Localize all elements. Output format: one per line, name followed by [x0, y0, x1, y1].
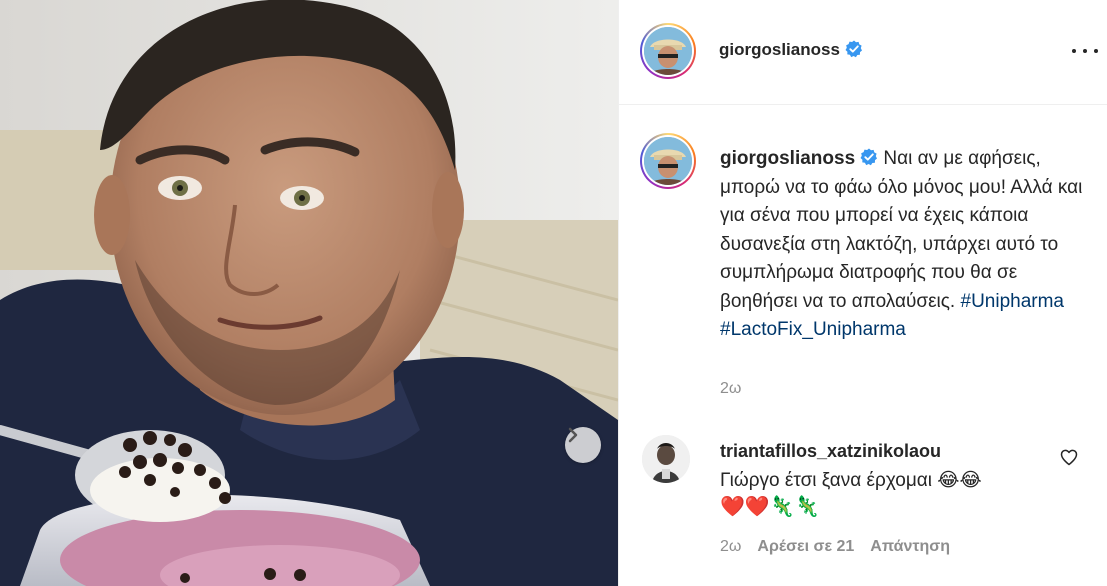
comment-text: Γιώργο έτσι ξανα έρχομαι 😂😂	[720, 470, 982, 491]
like-comment-button[interactable]	[1059, 447, 1079, 467]
chevron-right-icon	[568, 427, 578, 443]
comment-likes-count[interactable]: Αρέσει σε 21	[757, 538, 854, 555]
caption-body: Ναι αν με αφήσεις, μπορώ να το φάω όλο μ…	[720, 148, 1083, 312]
reply-button[interactable]: Απάντηση	[870, 538, 950, 555]
author-avatar[interactable]	[640, 23, 696, 79]
more-options-button[interactable]	[1072, 40, 1098, 62]
caption-timestamp[interactable]: 2ω	[720, 380, 741, 398]
comment-meta: 2ω Αρέσει σε 21 Απάντηση	[720, 538, 966, 556]
author-username-text[interactable]: giorgoslianoss	[719, 40, 840, 59]
heart-outline-icon	[1060, 449, 1078, 466]
post-photo-illustration	[0, 0, 618, 586]
post-side-panel: giorgoslianoss giorgoslianoss Ναι αν με …	[618, 0, 1107, 586]
verified-badge-icon	[860, 148, 878, 166]
caption-author-avatar[interactable]	[640, 133, 696, 189]
more-horizontal-icon	[1072, 49, 1076, 53]
comment-item: triantafillos_xatzinikolaou Γιώργο έτσι …	[619, 430, 1107, 580]
caption-username[interactable]: giorgoslianoss	[720, 148, 855, 169]
post-image[interactable]	[0, 0, 618, 586]
hashtag-link[interactable]: #LactoFix_Unipharma	[720, 319, 906, 340]
comment-timestamp[interactable]: 2ω	[720, 538, 741, 555]
more-dot	[1094, 49, 1098, 53]
post-header: giorgoslianoss	[619, 0, 1107, 105]
caption-text: giorgoslianoss Ναι αν με αφήσεις, μπορώ …	[720, 145, 1090, 345]
avatar-image	[642, 435, 690, 483]
commenter-username[interactable]: triantafillos_xatzinikolaou	[720, 441, 941, 462]
post-author-username[interactable]: giorgoslianoss	[719, 40, 863, 60]
next-image-button[interactable]	[565, 427, 601, 463]
avatar-image	[644, 137, 692, 185]
hashtag-link[interactable]: #Unipharma	[961, 291, 1065, 312]
verified-badge-icon	[845, 40, 862, 57]
avatar-image	[644, 27, 692, 75]
comment-emojis: ❤️❤️🦎🦎	[720, 496, 820, 518]
more-dot	[1083, 49, 1087, 53]
commenter-avatar[interactable]	[642, 435, 690, 483]
